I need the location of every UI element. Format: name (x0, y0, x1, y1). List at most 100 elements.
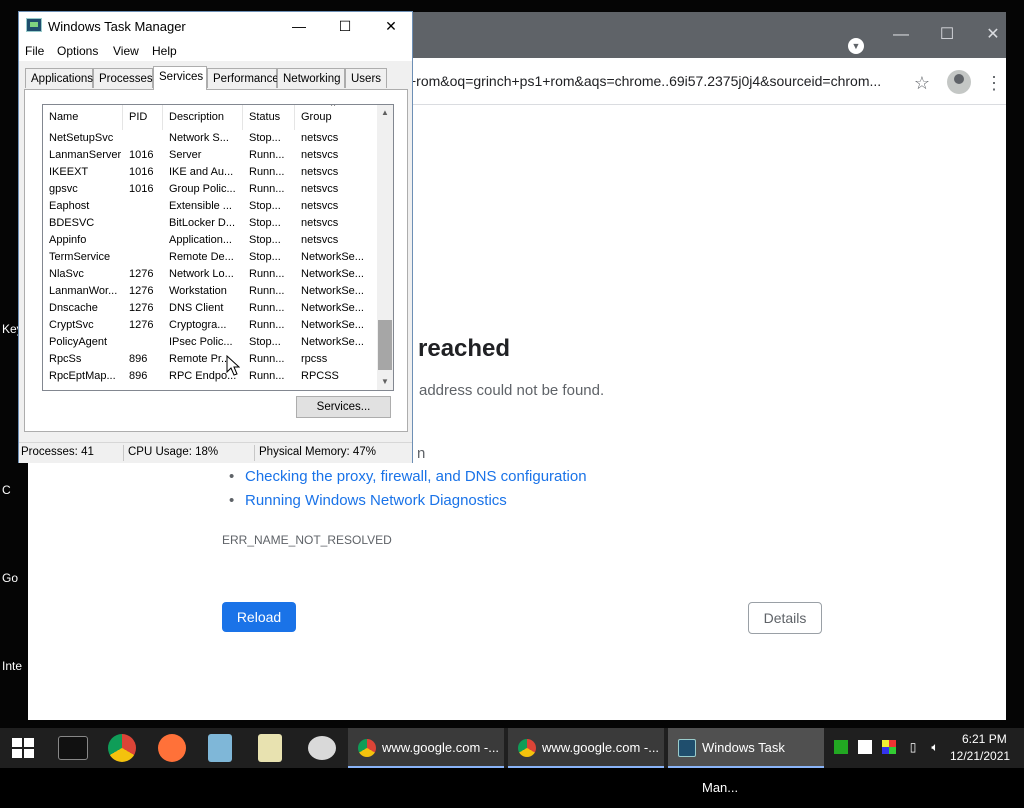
tab-networking[interactable]: Networking (277, 68, 345, 88)
column-header-name[interactable]: Name (43, 105, 123, 130)
clock-date[interactable]: 12/21/2021 (950, 749, 1010, 763)
taskbar-chrome-window[interactable]: www.google.com -... (508, 728, 664, 768)
service-cell-name: LanmanWor... (49, 285, 118, 297)
details-button[interactable]: Details (748, 602, 822, 634)
desktop-icon-label[interactable]: C (2, 483, 11, 497)
service-row[interactable]: LanmanWor... 1276 Workstation Runn... Networ… (43, 283, 377, 300)
firefox-icon[interactable] (158, 734, 186, 762)
service-cell-pid: 1016 (129, 183, 154, 195)
service-cell-status: Stop... (249, 336, 281, 348)
start-windows-icon[interactable] (12, 738, 34, 758)
profile-avatar-icon[interactable] (947, 70, 971, 94)
tab-processes[interactable]: Processes (93, 68, 153, 88)
service-cell-group: netsvcs (301, 200, 339, 212)
suggestion-link[interactable]: Checking the proxy, firewall, and DNS co… (229, 468, 587, 485)
more-menu-icon[interactable]: ⋮ (982, 71, 1006, 95)
service-cell-status: Runn... (249, 285, 285, 297)
menu-view[interactable]: View (113, 44, 139, 58)
menu-file[interactable]: File (25, 44, 44, 58)
scroll-down-icon[interactable]: ▼ (377, 374, 393, 390)
service-cell-group: netsvcs (301, 149, 339, 161)
service-row[interactable]: IKEEXT 1016 IKE and Au... Runn... netsvcs (43, 164, 377, 181)
column-header-pid[interactable]: PID (123, 105, 163, 130)
service-row[interactable]: Appinfo Application... Stop... netsvcs (43, 232, 377, 249)
tab-applications[interactable]: Applications (25, 68, 93, 88)
taskbar-chrome-window[interactable]: www.google.com -... (348, 728, 504, 768)
service-cell-status: Runn... (249, 268, 285, 280)
service-row[interactable]: Eaphost Extensible ... Stop... netsvcs (43, 198, 377, 215)
service-row[interactable]: RpcEptMap... 896 RPC Endpo... Runn... RPCSS (43, 368, 377, 385)
bookmark-star-icon[interactable]: ☆ (910, 71, 934, 95)
tab-users[interactable]: Users (345, 68, 387, 88)
menu-help[interactable]: Help (152, 44, 177, 58)
status-separator (254, 445, 255, 461)
tray-app-icon[interactable] (858, 740, 872, 754)
chrome-icon (358, 739, 376, 757)
notepad-icon[interactable] (208, 734, 232, 762)
minimize-icon[interactable]: — (284, 16, 314, 36)
service-row[interactable]: Dnscache 1276 DNS Client Runn... NetworkSe..… (43, 300, 377, 317)
task-manager-titlebar[interactable]: Windows Task Manager — ☐ ✕ (19, 12, 412, 41)
service-cell-group: rpcss (301, 353, 328, 365)
address-bar[interactable]: +rom&oq=grinch+ps1+rom&aqs=chrome..69i57… (408, 67, 908, 95)
tray-color-icon[interactable] (882, 740, 896, 754)
service-cell-name: gpsvc (49, 183, 78, 195)
service-cell-name: Appinfo (49, 234, 87, 246)
scroll-up-icon[interactable]: ▲ (377, 105, 393, 121)
service-cell-description: DNS Client (169, 302, 224, 314)
service-cell-pid: 1016 (129, 149, 154, 161)
spreadsheet-icon[interactable] (258, 734, 282, 762)
scrollbar-thumb[interactable] (378, 320, 392, 370)
service-cell-pid: 1276 (129, 285, 154, 297)
service-cell-name: RpcEptMap... (49, 370, 116, 382)
volume-icon[interactable]: 🔈︎ (928, 740, 942, 754)
taskbar-task-manager[interactable]: Windows Task Man... (668, 728, 824, 795)
column-header-group[interactable]: Group (295, 105, 377, 130)
service-row[interactable]: NlaSvc 1276 Network Lo... Runn... NetworkSe.… (43, 266, 377, 283)
maximize-icon[interactable]: ☐ (932, 24, 962, 46)
service-cell-group: NetworkSe... (301, 268, 364, 280)
service-cell-name: Dnscache (49, 302, 98, 314)
close-icon[interactable]: ✕ (376, 16, 406, 36)
column-header-description[interactable]: Description (163, 105, 243, 130)
suggestion-link[interactable]: Running Windows Network Diagnostics (229, 492, 507, 509)
service-row[interactable]: BDESVC BitLocker D... Stop... netsvcs (43, 215, 377, 232)
tray-usb-icon[interactable]: ▯ (906, 740, 920, 754)
command-prompt-icon[interactable] (58, 736, 88, 760)
service-cell-description: Network Lo... (169, 268, 234, 280)
chrome-icon[interactable] (108, 734, 136, 762)
service-cell-description: Extensible ... (169, 200, 232, 212)
tab-performance[interactable]: Performance (207, 68, 279, 88)
service-row[interactable]: PolicyAgent IPsec Polic... Stop... NetworkS… (43, 334, 377, 351)
desktop-icon-label[interactable]: Go (2, 571, 18, 585)
menu-options[interactable]: Options (57, 44, 98, 58)
close-icon[interactable]: ✕ (978, 24, 1008, 46)
reload-button[interactable]: Reload (222, 602, 296, 632)
service-cell-pid: 896 (129, 353, 148, 365)
clock-time[interactable]: 6:21 PM (962, 732, 1007, 746)
service-row[interactable]: gpsvc 1016 Group Polic... Runn... netsvcs (43, 181, 377, 198)
minimize-icon[interactable]: — (886, 24, 916, 46)
tab-services[interactable]: Services (153, 66, 207, 90)
service-row[interactable]: CryptSvc 1276 Cryptogra... Runn... NetworkSe… (43, 317, 377, 334)
tray-task-manager-icon[interactable] (834, 740, 848, 754)
desktop-icon-label[interactable]: Inte (2, 659, 22, 673)
services-button[interactable]: Services... (296, 396, 391, 418)
vertical-scrollbar[interactable]: ▲ ▼ (377, 105, 393, 390)
service-row[interactable]: LanmanServer 1016 Server Runn... netsvcs (43, 147, 377, 164)
paint-icon[interactable] (308, 736, 336, 760)
service-cell-group: netsvcs (301, 183, 339, 195)
service-cell-name: PolicyAgent (49, 336, 108, 348)
service-cell-status: Stop... (249, 217, 281, 229)
service-row[interactable]: TermService Remote De... Stop... NetworkSe.… (43, 249, 377, 266)
service-cell-pid: 1276 (129, 302, 154, 314)
services-list[interactable]: Name PID Description Status Group ^ NetS… (42, 104, 394, 391)
service-cell-group: RPCSS (301, 370, 339, 382)
service-cell-group: netsvcs (301, 217, 339, 229)
maximize-icon[interactable]: ☐ (330, 16, 360, 36)
tab-search-icon[interactable]: ▼ (848, 38, 864, 54)
service-row[interactable]: NetSetupSvc Network S... Stop... netsvcs (43, 130, 377, 147)
service-cell-name: TermService (49, 251, 111, 263)
column-header-status[interactable]: Status (243, 105, 295, 130)
service-row[interactable]: RpcSs 896 Remote Pr... Runn... rpcss (43, 351, 377, 368)
